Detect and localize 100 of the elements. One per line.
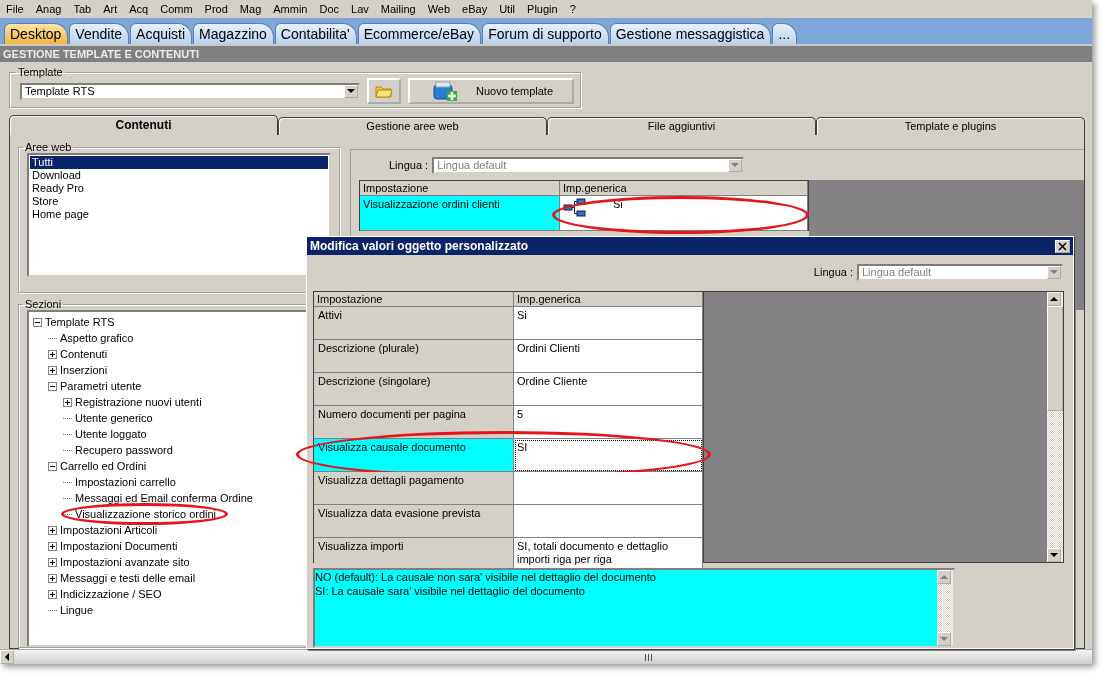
table-cell[interactable]: Ordini Clienti <box>514 340 703 373</box>
language-dropdown[interactable]: Lingua default <box>857 263 1063 281</box>
expander-icon[interactable] <box>48 461 57 471</box>
field-label: Lingua : <box>389 159 429 171</box>
tree-item[interactable]: Utente loggato <box>75 428 147 440</box>
nav-tab[interactable]: Gestione messaggistica <box>609 23 772 44</box>
tree-item[interactable]: Template RTS <box>45 316 115 328</box>
menu-item[interactable]: ? <box>565 3 584 15</box>
content-tab[interactable]: Gestione aree web <box>278 117 547 135</box>
tree-item[interactable]: Visualizzazione storico ordini <box>75 508 217 520</box>
menu-item[interactable]: Comm <box>156 3 201 15</box>
list-item[interactable]: Tutti <box>30 156 328 169</box>
scroll-left-icon[interactable] <box>0 650 14 664</box>
table-cell[interactable]: Ordine Cliente <box>514 373 703 406</box>
table-cell[interactable]: Si <box>514 307 703 340</box>
expander-icon[interactable] <box>48 349 57 359</box>
expander-icon[interactable] <box>48 573 57 583</box>
new-template-button[interactable]: Nuovo template <box>408 78 574 104</box>
folder-icon <box>375 83 393 99</box>
table-cell: Attivi <box>314 307 514 340</box>
tree-item[interactable]: Impostazioni avanzate sito <box>60 556 190 568</box>
tree-item[interactable]: Impostazioni Articoli <box>60 524 158 536</box>
column-header: Imp.generica <box>560 181 808 196</box>
tree-item[interactable]: Lingue <box>60 604 94 616</box>
description-line: NO (default): La causale non sara' visibile nel dettaglio del documento <box>315 570 657 584</box>
nav-tab[interactable]: ... <box>772 23 798 44</box>
expander-icon[interactable] <box>48 365 57 375</box>
table-cell: Descrizione (plurale) <box>314 340 514 373</box>
menu-item[interactable]: Anag <box>31 3 70 15</box>
menu-item[interactable]: Plugin <box>523 3 566 15</box>
field-label: Lingua : <box>813 266 853 278</box>
table-cell: Numero documenti per pagina <box>314 406 514 439</box>
nav-tab[interactable]: Vendite <box>69 23 130 44</box>
content-tab[interactable]: Template e plugins <box>816 117 1085 135</box>
tree-item[interactable]: Messaggi ed Email conferma Ordine <box>75 492 253 504</box>
column-header: Impostazione <box>360 181 560 196</box>
menu-item[interactable]: Acq <box>125 3 157 15</box>
tree-item[interactable]: Recupero password <box>75 444 173 456</box>
menu-item[interactable]: Art <box>99 3 126 15</box>
nav-tab[interactable]: Acquisti <box>130 23 193 44</box>
menu-item[interactable]: Lav <box>347 3 377 15</box>
expander-icon[interactable] <box>48 541 57 551</box>
nav-tab[interactable]: Forum di supporto <box>482 23 609 44</box>
expander-icon[interactable] <box>48 381 57 391</box>
tree-item[interactable]: Carrello ed Ordini <box>60 460 147 472</box>
tree-item[interactable]: Impostazioni carrello <box>75 476 176 488</box>
menu-item[interactable]: eBay <box>458 3 496 15</box>
nav-tab[interactable]: Contabilita' <box>274 23 357 44</box>
nav-tab[interactable]: Ecommerce/eBay <box>357 23 482 44</box>
horizontal-scrollbar[interactable] <box>0 649 1092 664</box>
menu-item[interactable]: Ammin <box>269 3 316 15</box>
scroll-up-icon[interactable] <box>1047 292 1061 306</box>
vertical-scrollbar[interactable] <box>1047 292 1063 562</box>
table-cell[interactable]: 5 <box>514 406 703 439</box>
list-item[interactable]: Store <box>30 195 328 208</box>
language-dropdown[interactable]: Lingua default <box>432 156 745 174</box>
menu-item[interactable]: Mag <box>235 3 270 15</box>
expander-icon[interactable] <box>33 317 42 327</box>
column-header: Impostazione <box>314 292 514 307</box>
table-cell: Visualizza data evasione prevista <box>314 505 514 538</box>
tree-item[interactable]: Inserzioni <box>60 364 108 376</box>
table-cell[interactable]: SI <box>514 439 703 472</box>
tree-item[interactable]: Aspetto grafico <box>60 332 134 344</box>
table-cell[interactable] <box>514 472 703 505</box>
tree-item[interactable]: Parametri utente <box>60 380 142 392</box>
menu-item[interactable]: Doc <box>315 3 348 15</box>
column-header: Imp.generica <box>514 292 703 307</box>
grip-icon <box>645 653 652 661</box>
tree-item[interactable]: Indicizzazione / SEO <box>60 588 162 600</box>
close-icon[interactable] <box>1055 239 1070 253</box>
scroll-thumb[interactable] <box>1047 306 1063 411</box>
menu-item[interactable]: Util <box>495 3 524 15</box>
expander-icon[interactable] <box>63 397 72 407</box>
menu-item[interactable]: File <box>2 3 32 15</box>
tree-item[interactable]: Utente generico <box>75 412 153 424</box>
nav-tab[interactable]: Magazzino <box>193 23 274 44</box>
menu-item[interactable]: Mailing <box>376 3 424 15</box>
menu-item[interactable]: Prod <box>200 3 236 15</box>
expander-icon[interactable] <box>48 589 57 599</box>
tree-item[interactable]: Registrazione nuovi utenti <box>75 396 202 408</box>
content-tab[interactable]: Contenuti <box>9 115 278 135</box>
list-item[interactable]: Home page <box>30 208 328 221</box>
template-dropdown[interactable]: Template RTS <box>20 82 360 100</box>
expander-icon[interactable] <box>48 525 57 535</box>
expander-icon[interactable] <box>48 557 57 567</box>
box-plus-icon <box>432 80 458 102</box>
table-cell[interactable]: SI, totali documento e dettaglio importi riga per riga <box>514 538 703 569</box>
table-cell: Visualizza causale documento <box>314 439 514 472</box>
menu-item[interactable]: Tab <box>69 3 100 15</box>
list-item[interactable]: Ready Pro <box>30 182 328 195</box>
scroll-down-icon[interactable] <box>1047 548 1061 562</box>
content-tab[interactable]: File aggiuntivi <box>547 117 816 135</box>
folder-button[interactable] <box>367 78 401 104</box>
tree-item[interactable]: Impostazioni Documenti <box>60 540 178 552</box>
tree-item[interactable]: Contenuti <box>60 348 108 360</box>
nav-tab[interactable]: Desktop <box>4 23 69 44</box>
tree-item[interactable]: Messaggi e testi delle email <box>60 572 196 584</box>
list-item[interactable]: Download <box>30 169 328 182</box>
menu-item[interactable]: Web <box>423 3 459 15</box>
table-cell[interactable] <box>514 505 703 538</box>
